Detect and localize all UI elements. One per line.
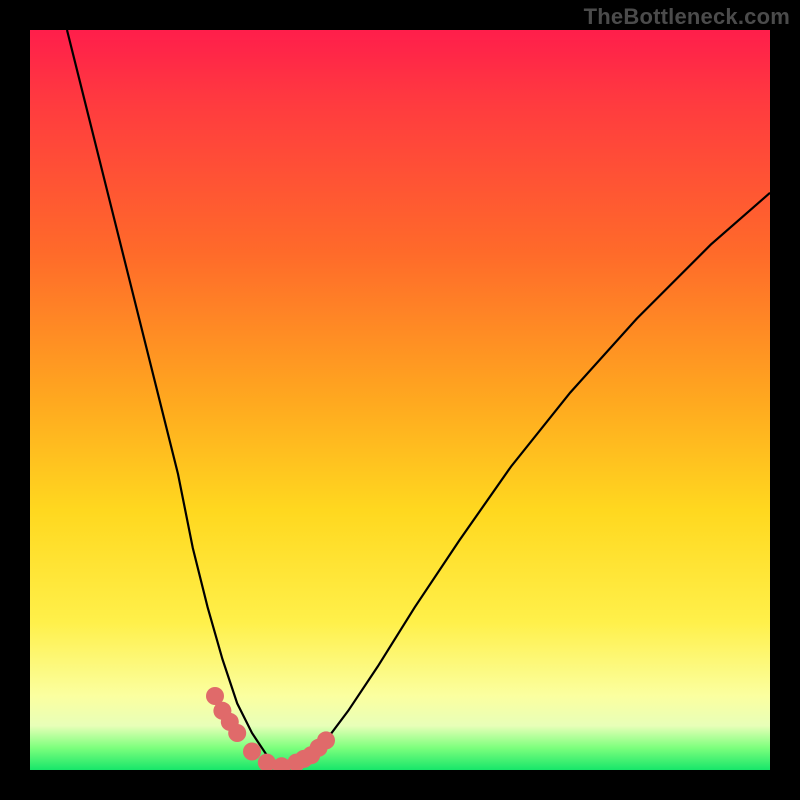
marker-group (206, 687, 335, 770)
marker-dot (228, 724, 246, 742)
chart-frame: TheBottleneck.com (0, 0, 800, 800)
watermark-label: TheBottleneck.com (584, 4, 790, 30)
marker-dot (243, 743, 261, 761)
bottleneck-curve (67, 30, 770, 766)
marker-dot (317, 731, 335, 749)
curve-layer (30, 30, 770, 770)
plot-area (30, 30, 770, 770)
